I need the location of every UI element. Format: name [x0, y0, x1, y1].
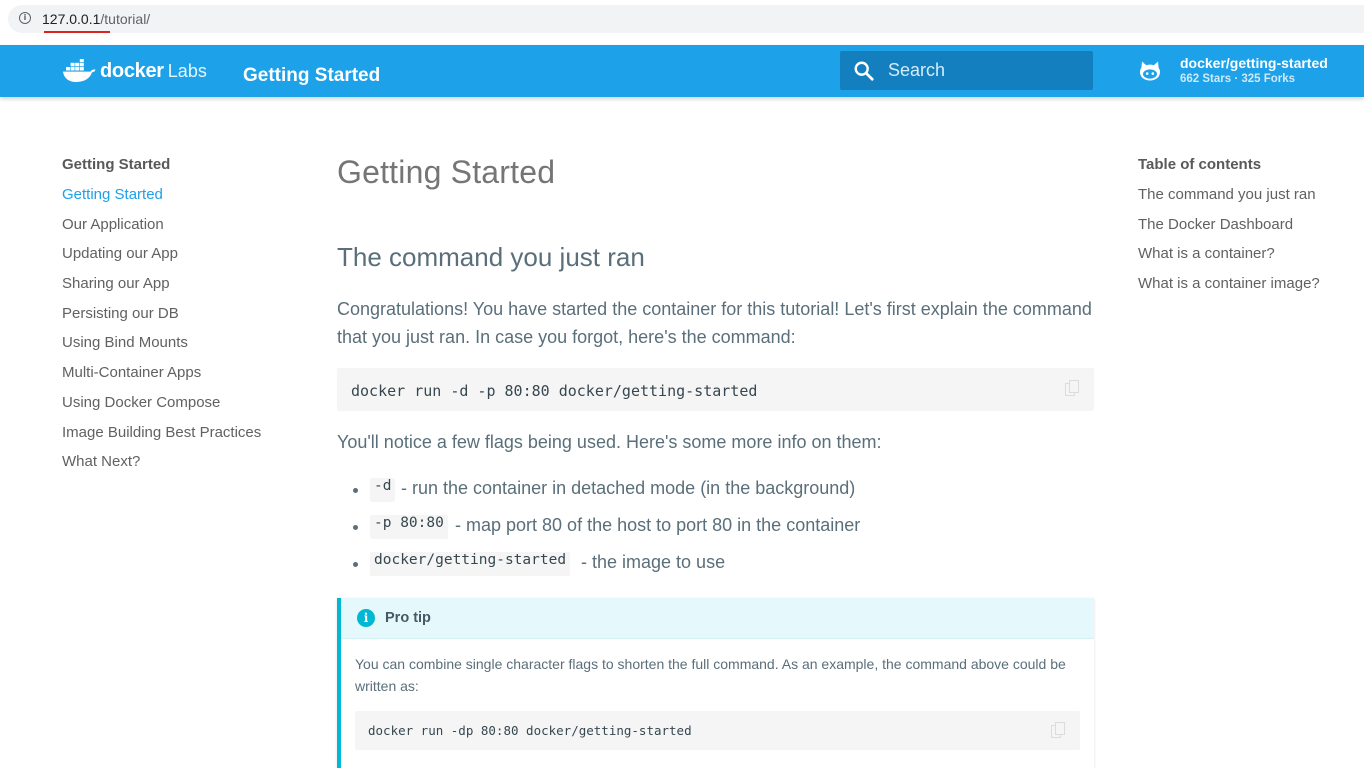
- logo-labs-text: Labs: [167, 60, 207, 81]
- sidebar-item-image-building-best-practices[interactable]: Image Building Best Practices: [62, 424, 302, 454]
- docker-labs-logo[interactable]: docker Labs: [62, 56, 207, 86]
- pro-tip-text: You can combine single character flags t…: [355, 656, 1066, 694]
- sidebar-item-sharing-our-app[interactable]: Sharing our App: [62, 275, 302, 305]
- logo-docker-text: docker: [100, 59, 164, 82]
- url-text[interactable]: 127.0.0.1/tutorial/: [42, 11, 150, 27]
- search-icon: [854, 61, 874, 81]
- pro-tip-title: Pro tip: [385, 610, 431, 626]
- search-placeholder: Search: [888, 60, 946, 80]
- repo-name: docker/getting-started: [1180, 55, 1328, 71]
- inline-code: -d: [370, 478, 396, 502]
- sidebar-item-multi-container-apps[interactable]: Multi-Container Apps: [62, 364, 302, 394]
- sidebar-item-using-bind-mounts[interactable]: Using Bind Mounts: [62, 334, 302, 364]
- repo-stats: 662 Stars · 325 Forks: [1180, 73, 1296, 85]
- inline-code: docker/getting-started: [370, 552, 571, 576]
- copy-icon[interactable]: [1051, 722, 1065, 738]
- command-code[interactable]: docker run -d -p 80:80 docker/getting-st…: [351, 382, 757, 400]
- toc-item-what-is-a-container-image[interactable]: What is a container image?: [1138, 275, 1358, 305]
- flag-description: - the image to use: [581, 552, 726, 572]
- bullet: [353, 525, 358, 530]
- sidebar-item-our-application[interactable]: Our Application: [62, 216, 302, 246]
- inline-code: -p 80:80: [370, 515, 448, 539]
- site-title[interactable]: Getting Started: [243, 65, 380, 87]
- page-title: Getting Started: [337, 154, 556, 190]
- docker-whale-icon: [63, 59, 96, 82]
- pro-tip-header: i Pro tip: [341, 598, 1094, 639]
- toc-item-what-is-a-container[interactable]: What is a container?: [1138, 245, 1358, 275]
- flags-intro-paragraph: You'll notice a few flags being used. He…: [337, 432, 882, 452]
- section-heading: The command you just ran: [337, 242, 645, 272]
- command-code-block: docker run -d -p 80:80 docker/getting-st…: [337, 368, 1094, 411]
- address-field[interactable]: i 127.0.0.1/tutorial/: [8, 5, 1364, 33]
- copy-icon[interactable]: [1065, 380, 1079, 396]
- intro-paragraph: Congratulations! You have started the co…: [337, 299, 1092, 347]
- search-input[interactable]: Search: [840, 51, 1093, 90]
- pro-tip-command[interactable]: docker run -dp 80:80 docker/getting-star…: [368, 723, 692, 738]
- sidebar-item-updating-our-app[interactable]: Updating our App: [62, 245, 302, 275]
- browser-url-bar: i 127.0.0.1/tutorial/: [0, 0, 1364, 40]
- flag-description: - map port 80 of the host to port 80 in …: [455, 515, 861, 535]
- pro-tip-admonition: i Pro tip You can combine single charact…: [337, 598, 1094, 768]
- bullet: [353, 562, 358, 567]
- site-info-icon[interactable]: i: [19, 12, 31, 24]
- sidebar-item-getting-started[interactable]: Getting Started: [62, 186, 302, 216]
- sidebar-item-using-docker-compose[interactable]: Using Docker Compose: [62, 394, 302, 424]
- flag-description: - run the container in detached mode (in…: [401, 478, 856, 498]
- sidebar-nav: Getting Started Getting Started Our Appl…: [62, 156, 302, 483]
- url-host: 127.0.0.1: [42, 11, 101, 27]
- toc-item-docker-dashboard[interactable]: The Docker Dashboard: [1138, 216, 1358, 246]
- table-of-contents: Table of contents The command you just r…: [1138, 156, 1358, 305]
- pro-tip-code-block: docker run -dp 80:80 docker/getting-star…: [355, 711, 1080, 750]
- site-header: docker Labs Getting Started Search docke…: [0, 45, 1364, 97]
- toc-item-command-you-just-ran[interactable]: The command you just ran: [1138, 186, 1358, 216]
- github-icon: [1140, 61, 1160, 81]
- url-annotation-underline: [44, 31, 110, 33]
- sidebar-title: Getting Started: [62, 156, 171, 173]
- sidebar-item-what-next[interactable]: What Next?: [62, 453, 302, 483]
- sidebar-item-persisting-our-db[interactable]: Persisting our DB: [62, 305, 302, 335]
- toc-title: Table of contents: [1138, 156, 1262, 173]
- url-path: /tutorial/: [100, 11, 151, 27]
- info-icon: i: [357, 609, 375, 627]
- bullet: [353, 488, 358, 493]
